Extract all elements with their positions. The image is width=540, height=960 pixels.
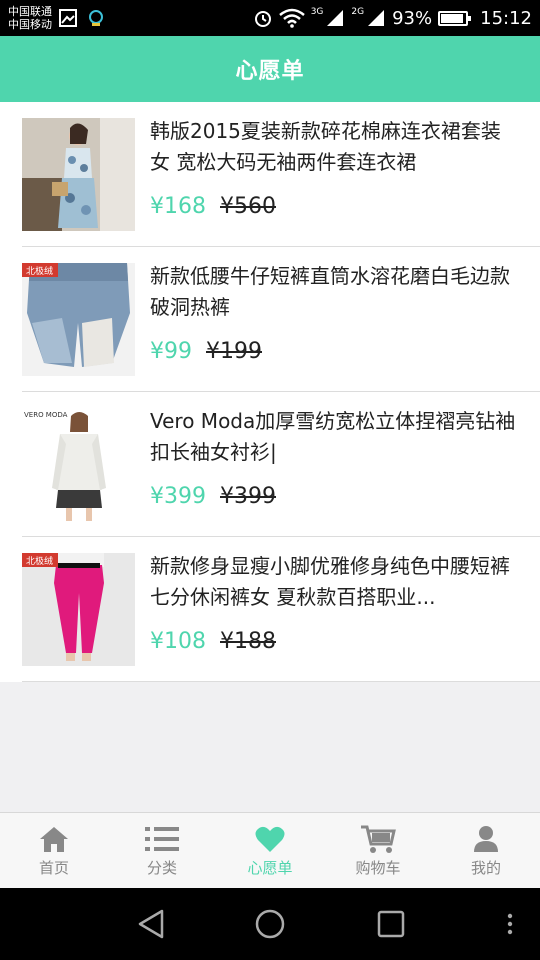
current-price: ¥99 — [150, 339, 192, 364]
system-nav-bar — [0, 888, 540, 960]
assistant-icon — [89, 10, 103, 26]
product-title[interactable]: 新款低腰牛仔短裤直筒水溶花磨白毛边款破洞热裤 — [150, 261, 520, 323]
brand-tag-text: VERO MODA — [24, 411, 68, 419]
tab-label: 我的 — [470, 859, 501, 877]
wishlist-item[interactable]: 韩版2015夏装新款碎花棉麻连衣裙套装女 宽松大码无袖两件套连衣裙 ¥168 ¥… — [22, 102, 540, 247]
original-price: ¥399 — [220, 484, 276, 509]
wishlist-item[interactable]: VERO MODA Vero Moda加厚雪纺宽松立体捏褶亮钻袖扣长袖女衬衫| … — [22, 392, 540, 537]
list-icon — [145, 823, 179, 855]
status-right: 3G 2G 93% 15:12 — [253, 7, 532, 29]
network-type-1: 3G — [310, 7, 324, 17]
product-title[interactable]: 新款修身显瘦小脚优雅修身纯色中腰短裤 七分休闲裤女 夏秋款百搭职业... — [150, 551, 520, 613]
network-type-2: 2G — [351, 7, 365, 17]
cart-icon — [360, 823, 396, 855]
home-button-icon[interactable] — [254, 908, 286, 940]
battery-level — [441, 13, 464, 23]
status-bar: 中国联通 中国移动 3G 2G 93% 15:12 — [0, 0, 540, 36]
original-price: ¥560 — [220, 194, 276, 219]
tab-cart[interactable]: 购物车 — [324, 813, 432, 888]
product-image[interactable]: 北极绒 — [22, 263, 135, 376]
tab-me[interactable]: 我的 — [432, 813, 540, 888]
heart-icon — [255, 823, 285, 855]
product-image[interactable]: 北极绒 — [22, 553, 135, 666]
signal-icon-2 — [368, 10, 385, 26]
tab-wishlist[interactable]: 心愿单 — [216, 813, 324, 888]
tab-home[interactable]: 首页 — [0, 813, 108, 888]
wifi-icon — [278, 8, 305, 28]
tab-category[interactable]: 分类 — [108, 813, 216, 888]
current-price: ¥108 — [150, 629, 206, 654]
price-row: ¥108 ¥188 — [150, 629, 276, 654]
battery-icon — [438, 10, 472, 26]
brand-tag-text: 北极绒 — [26, 265, 53, 277]
denim-shorts-image: 北极绒 — [22, 263, 135, 376]
brand-tag-text: 北极绒 — [26, 555, 53, 567]
price-row: ¥399 ¥399 — [150, 484, 276, 509]
person-icon — [472, 823, 500, 855]
back-icon[interactable] — [136, 908, 166, 940]
carrier-info: 中国联通 中国移动 — [8, 5, 52, 31]
wishlist-item[interactable]: 北极绒 新款低腰牛仔短裤直筒水溶花磨白毛边款破洞热裤 ¥99 ¥199 — [22, 247, 540, 392]
notification-icons — [58, 8, 106, 28]
clock: 15:12 — [480, 7, 532, 29]
more-options-icon[interactable] — [504, 908, 516, 940]
tab-bar: 首页 分类 心愿单 购物车 我的 — [0, 812, 540, 888]
original-price: ¥199 — [206, 339, 262, 364]
page-title: 心愿单 — [235, 59, 305, 84]
wishlist-item[interactable]: 北极绒 新款修身显瘦小脚优雅修身纯色中腰短裤 七分休闲裤女 夏秋款百搭职业...… — [22, 537, 540, 682]
screen: 中国联通 中国移动 3G 2G 93% 15:12 心愿单 韩版2015夏装新款… — [0, 0, 540, 960]
tab-label: 首页 — [38, 859, 69, 877]
signal-icon-1 — [327, 10, 344, 26]
gallery-icon — [59, 9, 77, 27]
product-image[interactable] — [22, 118, 135, 231]
alarm-icon — [254, 11, 271, 27]
home-icon — [39, 823, 69, 855]
product-title[interactable]: Vero Moda加厚雪纺宽松立体捏褶亮钻袖扣长袖女衬衫| — [150, 406, 520, 468]
floral-dress-image — [22, 118, 135, 231]
carrier-2: 中国移动 — [8, 18, 52, 31]
tab-label: 购物车 — [355, 859, 401, 877]
app-header: 心愿单 — [0, 36, 540, 102]
current-price: ¥168 — [150, 194, 206, 219]
current-price: ¥399 — [150, 484, 206, 509]
tab-label: 分类 — [146, 859, 177, 877]
product-title[interactable]: 韩版2015夏装新款碎花棉麻连衣裙套装女 宽松大码无袖两件套连衣裙 — [150, 116, 520, 178]
original-price: ¥188 — [220, 629, 276, 654]
price-row: ¥99 ¥199 — [150, 339, 262, 364]
recent-apps-icon[interactable] — [376, 908, 406, 940]
product-image[interactable]: VERO MODA — [22, 408, 135, 521]
wishlist: 韩版2015夏装新款碎花棉麻连衣裙套装女 宽松大码无袖两件套连衣裙 ¥168 ¥… — [0, 102, 540, 682]
battery-percent: 93% — [392, 7, 433, 29]
price-row: ¥168 ¥560 — [150, 194, 276, 219]
tab-label: 心愿单 — [247, 859, 293, 877]
white-shirt-image: VERO MODA — [22, 408, 135, 521]
carrier-1: 中国联通 — [8, 5, 52, 18]
pink-pants-image: 北极绒 — [22, 553, 135, 666]
